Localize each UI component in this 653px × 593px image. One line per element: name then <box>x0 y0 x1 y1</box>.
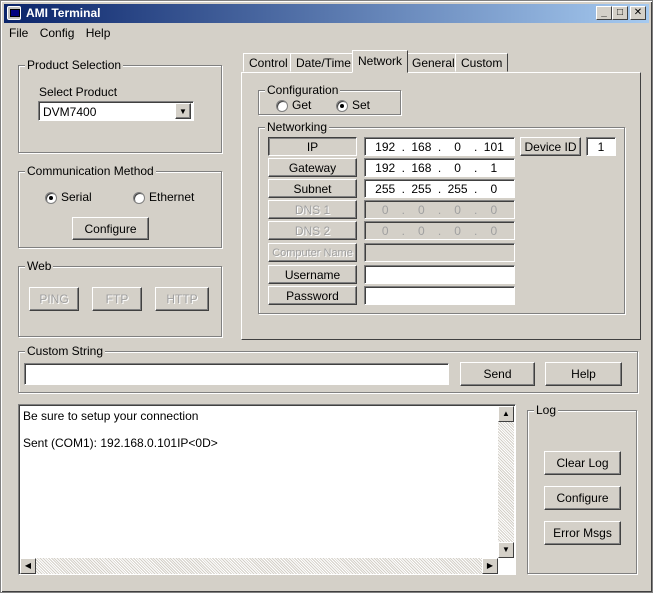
serial-radio[interactable]: Serial <box>45 190 92 204</box>
window-title: AMI Terminal <box>26 6 101 20</box>
menu-help[interactable]: Help <box>82 25 115 41</box>
horizontal-scrollbar[interactable] <box>20 558 498 574</box>
scroll-up-icon[interactable]: ▲ <box>498 406 514 422</box>
custom-string-label: Custom String <box>25 344 106 358</box>
ip-octet: 0 <box>381 223 389 238</box>
product-dropdown[interactable]: DVM7400 ▼ <box>38 101 194 121</box>
ip-octet: 1 <box>490 160 498 175</box>
ip-octet: 0 <box>418 202 425 217</box>
ip-button[interactable]: IP <box>268 137 357 156</box>
password-button[interactable]: Password <box>268 286 357 305</box>
comm-configure-button[interactable]: Configure <box>72 217 149 240</box>
ip-address-field[interactable]: 192. 168. 0. 101 <box>364 137 515 156</box>
device-id-field[interactable]: 1 <box>586 137 616 156</box>
ftp-button[interactable]: FTP <box>92 287 142 311</box>
vertical-scrollbar[interactable] <box>498 406 514 558</box>
ethernet-label: Ethernet <box>149 190 195 204</box>
close-button[interactable]: ✕ <box>630 6 646 20</box>
ip-octet: 0 <box>454 139 461 154</box>
product-selection-label: Product Selection <box>25 58 124 72</box>
device-id-button[interactable]: Device ID <box>520 137 581 156</box>
custom-string-input[interactable] <box>24 363 449 385</box>
ip-octet: 101 <box>483 139 504 154</box>
dns1-field[interactable]: 0. 0. 0. 0 <box>364 200 515 219</box>
scroll-right-icon[interactable]: ▶ <box>482 558 498 574</box>
gateway-field[interactable]: 192. 168. 0. 1 <box>364 158 515 177</box>
log-line: Sent (COM1): 192.168.0.101IP<0D> <box>23 436 218 450</box>
ethernet-radio[interactable]: Ethernet <box>133 190 194 204</box>
ip-octet: 0 <box>454 223 461 238</box>
username-button[interactable]: Username <box>268 265 357 284</box>
clear-log-button[interactable]: Clear Log <box>544 451 621 475</box>
username-field[interactable] <box>364 265 515 284</box>
tab-network[interactable]: Network <box>352 50 409 73</box>
radio-empty-icon <box>276 99 288 112</box>
ip-octet: 255 <box>375 181 396 196</box>
computer-name-field[interactable] <box>364 243 515 262</box>
ip-octet: 192 <box>375 139 396 154</box>
radio-empty-icon <box>133 191 145 204</box>
ping-button[interactable]: PING <box>29 287 79 311</box>
product-dropdown-value: DVM7400 <box>43 105 97 119</box>
ip-octet: 0 <box>490 202 498 217</box>
menu-config[interactable]: Config <box>36 25 79 41</box>
communication-label: Communication Method <box>25 164 156 178</box>
app-window: AMI Terminal _ □ ✕ File Config Help Prod… <box>0 0 653 593</box>
get-label: Get <box>292 98 312 112</box>
ip-octet: 0 <box>418 223 425 238</box>
log-line: Be sure to setup your connection <box>23 409 199 423</box>
title-bar[interactable]: AMI Terminal _ □ ✕ <box>4 4 649 23</box>
dns2-field[interactable]: 0. 0. 0. 0 <box>364 221 515 240</box>
ip-octet: 0 <box>454 202 461 217</box>
ip-octet: 0 <box>381 202 389 217</box>
tab-date-time[interactable]: Date/Time <box>290 53 357 72</box>
ip-octet: 168 <box>411 160 432 175</box>
http-button[interactable]: HTTP <box>155 287 209 311</box>
computer-name-button[interactable]: Computer Name <box>268 243 357 262</box>
networking-label: Networking <box>265 120 330 134</box>
minimize-button[interactable]: _ <box>596 6 612 20</box>
set-label: Set <box>352 98 371 112</box>
password-field[interactable] <box>364 286 515 305</box>
ip-octet: 255 <box>447 181 468 196</box>
error-msgs-button[interactable]: Error Msgs <box>544 521 621 545</box>
ip-octet: 0 <box>490 223 498 238</box>
custom-help-button[interactable]: Help <box>545 362 622 386</box>
maximize-button[interactable]: □ <box>612 6 628 20</box>
ip-octet: 255 <box>411 181 432 196</box>
log-configure-button[interactable]: Configure <box>544 486 621 510</box>
ip-octet: 0 <box>454 160 461 175</box>
send-button[interactable]: Send <box>460 362 535 386</box>
menu-file[interactable]: File <box>5 25 32 41</box>
subnet-field[interactable]: 255. 255. 255. 0 <box>364 179 515 198</box>
tab-general[interactable]: General <box>406 53 461 72</box>
chevron-down-icon[interactable]: ▼ <box>175 103 191 119</box>
set-radio[interactable]: Set <box>336 98 370 112</box>
configuration-label: Configuration <box>265 83 341 97</box>
log-output[interactable]: Be sure to setup your connection Sent (C… <box>18 404 516 575</box>
ip-octet: 0 <box>490 181 498 196</box>
select-product-label: Select Product <box>39 85 118 99</box>
web-label: Web <box>25 259 54 273</box>
scroll-left-icon[interactable]: ◀ <box>20 558 36 574</box>
dns2-button[interactable]: DNS 2 <box>268 221 357 240</box>
log-label: Log <box>534 403 559 417</box>
scroll-down-icon[interactable]: ▼ <box>498 542 514 558</box>
tab-control[interactable]: Control <box>243 53 294 72</box>
gateway-button[interactable]: Gateway <box>268 158 357 177</box>
ip-octet: 192 <box>375 160 396 175</box>
terminal-icon <box>7 6 21 20</box>
tab-custom[interactable]: Custom <box>455 53 509 72</box>
get-radio[interactable]: Get <box>276 98 311 112</box>
subnet-button[interactable]: Subnet <box>268 179 357 198</box>
serial-label: Serial <box>61 190 92 204</box>
radio-selected-icon <box>336 99 348 112</box>
menu-bar: File Config Help <box>5 25 114 43</box>
ip-octet: 168 <box>411 139 432 154</box>
dns1-button[interactable]: DNS 1 <box>268 200 357 219</box>
radio-selected-icon <box>45 191 57 204</box>
